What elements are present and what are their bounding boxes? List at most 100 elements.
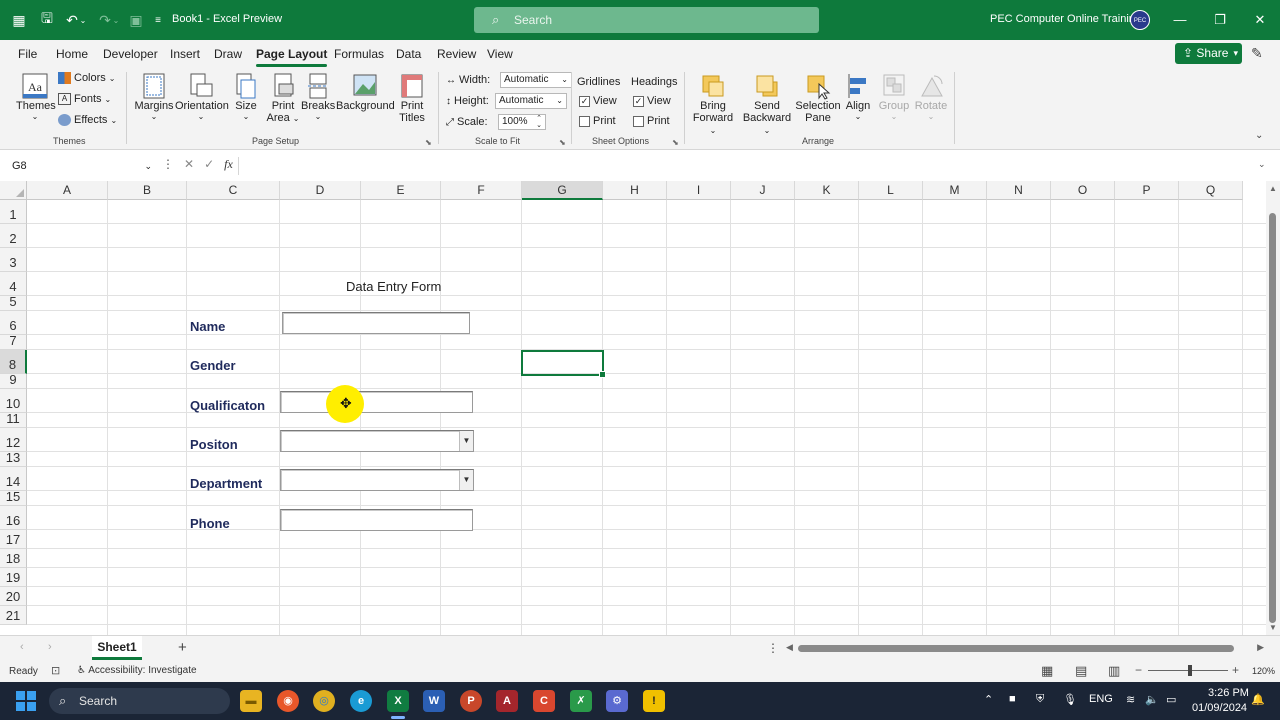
word-icon[interactable]: W xyxy=(423,690,445,712)
language-indicator[interactable]: ENG xyxy=(1089,693,1113,705)
editing-pen-icon[interactable]: ✎ xyxy=(1251,45,1263,62)
user-avatar[interactable]: PEC xyxy=(1130,10,1150,30)
tab-review[interactable]: Review xyxy=(437,47,476,61)
scroll-up-icon[interactable]: ▲ xyxy=(1269,184,1277,193)
rotate-button[interactable]: Rotate ⌄ xyxy=(912,72,950,121)
tab-home[interactable]: Home xyxy=(56,47,88,61)
accessibility-status[interactable]: ♿ Accessibility: Investigate xyxy=(77,665,197,676)
select-all-corner[interactable] xyxy=(0,181,27,200)
chrome-icon[interactable]: ◎ xyxy=(313,690,335,712)
search-box[interactable]: ⌕ Search xyxy=(474,7,819,33)
column-header[interactable]: L xyxy=(859,181,923,200)
file-explorer-icon[interactable]: ▬ xyxy=(240,690,262,712)
volume-icon[interactable]: 🔈 xyxy=(1145,693,1159,706)
enter-icon[interactable]: ✓ xyxy=(204,157,214,171)
qualification-listbox[interactable] xyxy=(280,391,473,413)
row-header[interactable]: 18 xyxy=(0,549,27,568)
bring-forward-button[interactable]: Bring Forward ⌄ xyxy=(690,72,736,136)
row-header[interactable]: 6 xyxy=(0,311,27,335)
battery-icon[interactable]: ▭ xyxy=(1166,693,1176,706)
horizontal-scrollbar[interactable]: ◀ ▶ xyxy=(786,642,1264,653)
windows-start-icon[interactable] xyxy=(16,691,36,711)
form-icon[interactable]: ▣ xyxy=(126,10,146,30)
normal-view-icon[interactable]: ▦ xyxy=(1041,663,1053,679)
more-icon[interactable]: ⋮ xyxy=(162,157,174,171)
row-header[interactable]: 1 xyxy=(0,200,27,224)
row-header[interactable]: 8 xyxy=(0,350,27,374)
department-dropdown-icon[interactable]: ▼ xyxy=(459,470,473,490)
sheet-options-launcher-icon[interactable]: ⬊ xyxy=(672,138,679,147)
scale-to-fit-launcher-icon[interactable]: ⬊ xyxy=(559,138,566,147)
maximize-icon[interactable]: ❐ xyxy=(1210,10,1230,30)
show-hidden-icons-icon[interactable]: ⌃ xyxy=(984,693,993,706)
column-header[interactable]: F xyxy=(441,181,522,200)
add-sheet-icon[interactable]: + xyxy=(178,639,187,656)
height-select[interactable]: Automatic ⌄ xyxy=(495,93,567,109)
zoom-slider-knob[interactable] xyxy=(1188,665,1192,676)
macro-recording-icon[interactable]: ⊡ xyxy=(51,664,60,677)
row-header[interactable]: 13 xyxy=(0,450,27,467)
prev-sheet-icon[interactable]: ‹ xyxy=(20,641,24,653)
selection-pane-button[interactable]: Selection Pane xyxy=(795,72,841,124)
row-header[interactable]: 19 xyxy=(0,568,27,587)
page-setup-launcher-icon[interactable]: ⬊ xyxy=(425,138,432,147)
zoom-out-icon[interactable]: − xyxy=(1135,663,1142,677)
cancel-icon[interactable]: ✕ xyxy=(184,157,194,171)
minimize-icon[interactable]: — xyxy=(1170,10,1190,30)
app-c-icon[interactable]: C xyxy=(533,690,555,712)
clock-time[interactable]: 3:26 PM xyxy=(1208,687,1249,699)
size-button[interactable]: Size ⌄ xyxy=(232,72,260,121)
worksheet-grid[interactable]: ABCDEFGHIJKLMNOPQ 1 2 3 4 5 6 7 8 9 10 11 12 13 14 15 1… xyxy=(0,181,1266,635)
tab-view[interactable]: View xyxy=(487,47,513,61)
column-header[interactable]: Q xyxy=(1179,181,1243,200)
name-box[interactable]: G8 ⌄ xyxy=(6,157,156,175)
effects-button[interactable]: Effects ⌄ xyxy=(58,114,117,126)
column-header[interactable]: H xyxy=(603,181,667,200)
margins-button[interactable]: Margins ⌄ xyxy=(134,72,174,121)
tab-draw[interactable]: Draw xyxy=(214,47,242,61)
headings-print-checkbox[interactable]: Print xyxy=(633,115,670,127)
row-header[interactable]: 7 xyxy=(0,333,27,350)
microphone-icon[interactable]: 🎙 xyxy=(1063,693,1077,706)
position-dropdown-icon[interactable]: ▼ xyxy=(459,431,473,451)
column-header[interactable]: M xyxy=(923,181,987,200)
app-green-icon[interactable]: ✗ xyxy=(570,690,592,712)
vertical-scroll-thumb[interactable] xyxy=(1269,213,1276,623)
themes-button[interactable]: Aa Themes ⌄ xyxy=(16,72,56,121)
column-header[interactable]: K xyxy=(795,181,859,200)
scroll-left-icon[interactable]: ◀ xyxy=(786,642,793,653)
next-sheet-icon[interactable]: › xyxy=(48,641,52,653)
save-icon[interactable]: 🖫 xyxy=(37,10,57,30)
column-header[interactable]: N xyxy=(987,181,1051,200)
orientation-button[interactable]: Orientation ⌄ xyxy=(175,72,229,121)
powerpoint-icon[interactable]: P xyxy=(460,690,482,712)
formula-input[interactable] xyxy=(238,157,1258,175)
fonts-button[interactable]: A Fonts ⌄ xyxy=(58,93,111,105)
customize-toolbar-icon[interactable]: ≡ xyxy=(148,10,168,30)
group-button[interactable]: Group ⌄ xyxy=(876,72,912,121)
defender-icon[interactable]: ⛨ xyxy=(1036,693,1044,706)
send-backward-button[interactable]: Send Backward ⌄ xyxy=(740,72,794,136)
insert-function-icon[interactable]: fx xyxy=(224,157,233,171)
print-area-button[interactable]: Print Area ⌄ xyxy=(266,72,300,124)
column-header[interactable]: I xyxy=(667,181,731,200)
share-dropdown-icon[interactable]: ▾ xyxy=(1233,43,1238,64)
row-header[interactable]: 9 xyxy=(0,372,27,389)
column-header[interactable]: J xyxy=(731,181,795,200)
row-header[interactable]: 5 xyxy=(0,294,27,311)
expand-formula-bar-icon[interactable]: ⌄ xyxy=(1258,159,1266,170)
sheet-tab-sheet1[interactable]: Sheet1 xyxy=(92,636,142,660)
phone-textbox[interactable] xyxy=(280,509,473,531)
tab-formulas[interactable]: Formulas xyxy=(334,47,384,61)
selected-cell-g8[interactable] xyxy=(521,350,606,378)
vertical-scrollbar[interactable]: ▲ ▼ xyxy=(1266,181,1280,635)
gridlines-print-checkbox[interactable]: Print xyxy=(579,115,616,127)
row-header[interactable]: 21 xyxy=(0,606,27,625)
access-icon[interactable]: A xyxy=(496,690,518,712)
scale-stepper[interactable]: 100% ⌃ ⌄ xyxy=(498,114,546,130)
column-header[interactable]: C xyxy=(187,181,280,200)
page-break-preview-icon[interactable]: ▥ xyxy=(1108,663,1120,679)
name-box-dropdown-icon[interactable]: ⌄ xyxy=(144,157,152,175)
column-header[interactable]: P xyxy=(1115,181,1179,200)
breaks-button[interactable]: Breaks ⌄ xyxy=(301,72,335,121)
